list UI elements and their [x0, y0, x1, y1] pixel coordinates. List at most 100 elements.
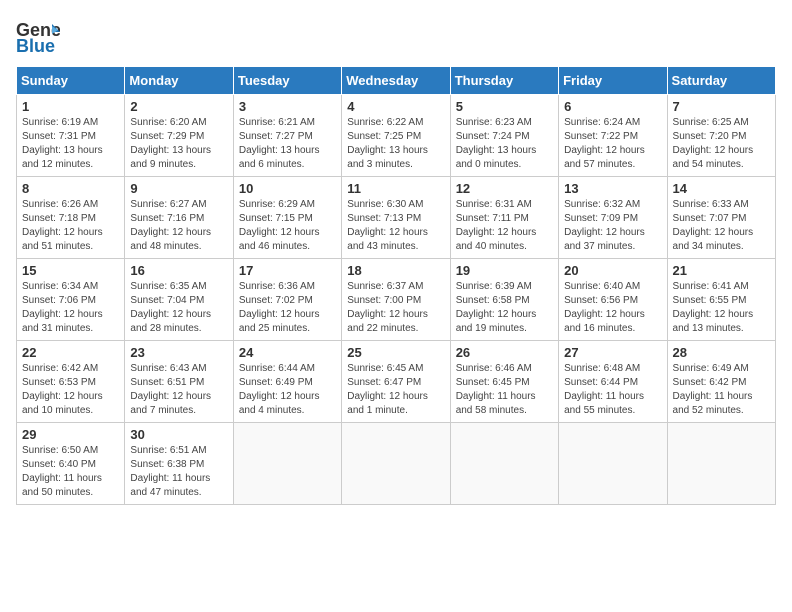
day-info: Sunrise: 6:19 AM Sunset: 7:31 PM Dayligh…: [22, 116, 119, 172]
daylight-label: Daylight: 13 hours and 12 minutes.: [22, 145, 103, 170]
col-monday: Monday: [125, 67, 233, 95]
sunset-label: Sunset: 6:56 PM: [564, 295, 638, 306]
day-info: Sunrise: 6:48 AM Sunset: 6:44 PM Dayligh…: [564, 362, 661, 418]
day-number: 24: [239, 345, 336, 360]
calendar-day-cell: 19 Sunrise: 6:39 AM Sunset: 6:58 PM Dayl…: [450, 259, 558, 341]
logo-icon: General Blue: [16, 16, 60, 56]
sunrise-label: Sunrise: 6:49 AM: [673, 363, 749, 374]
day-number: 22: [22, 345, 119, 360]
page-header: General Blue: [16, 16, 776, 56]
day-number: 20: [564, 263, 661, 278]
day-number: 11: [347, 181, 444, 196]
sunrise-label: Sunrise: 6:32 AM: [564, 199, 640, 210]
sunrise-label: Sunrise: 6:22 AM: [347, 117, 423, 128]
sunrise-label: Sunrise: 6:40 AM: [564, 281, 640, 292]
daylight-label: Daylight: 12 hours and 25 minutes.: [239, 309, 320, 334]
col-tuesday: Tuesday: [233, 67, 341, 95]
daylight-label: Daylight: 12 hours and 4 minutes.: [239, 391, 320, 416]
daylight-label: Daylight: 13 hours and 9 minutes.: [130, 145, 211, 170]
day-info: Sunrise: 6:30 AM Sunset: 7:13 PM Dayligh…: [347, 198, 444, 254]
calendar-day-cell: 8 Sunrise: 6:26 AM Sunset: 7:18 PM Dayli…: [17, 177, 125, 259]
sunset-label: Sunset: 6:40 PM: [22, 459, 96, 470]
day-info: Sunrise: 6:36 AM Sunset: 7:02 PM Dayligh…: [239, 280, 336, 336]
calendar-day-cell: 15 Sunrise: 6:34 AM Sunset: 7:06 PM Dayl…: [17, 259, 125, 341]
daylight-label: Daylight: 12 hours and 13 minutes.: [673, 309, 754, 334]
daylight-label: Daylight: 13 hours and 6 minutes.: [239, 145, 320, 170]
day-number: 28: [673, 345, 770, 360]
daylight-label: Daylight: 12 hours and 1 minute.: [347, 391, 428, 416]
sunrise-label: Sunrise: 6:20 AM: [130, 117, 206, 128]
sunset-label: Sunset: 6:47 PM: [347, 377, 421, 388]
day-info: Sunrise: 6:39 AM Sunset: 6:58 PM Dayligh…: [456, 280, 553, 336]
day-info: Sunrise: 6:23 AM Sunset: 7:24 PM Dayligh…: [456, 116, 553, 172]
col-friday: Friday: [559, 67, 667, 95]
daylight-label: Daylight: 11 hours and 47 minutes.: [130, 473, 210, 498]
sunrise-label: Sunrise: 6:43 AM: [130, 363, 206, 374]
day-number: 30: [130, 427, 227, 442]
sunset-label: Sunset: 6:38 PM: [130, 459, 204, 470]
day-info: Sunrise: 6:26 AM Sunset: 7:18 PM Dayligh…: [22, 198, 119, 254]
day-number: 1: [22, 99, 119, 114]
sunset-label: Sunset: 7:13 PM: [347, 213, 421, 224]
calendar-table: Sunday Monday Tuesday Wednesday Thursday…: [16, 66, 776, 505]
sunset-label: Sunset: 7:18 PM: [22, 213, 96, 224]
daylight-label: Daylight: 12 hours and 10 minutes.: [22, 391, 103, 416]
daylight-label: Daylight: 11 hours and 50 minutes.: [22, 473, 102, 498]
day-number: 29: [22, 427, 119, 442]
calendar-day-cell: [450, 423, 558, 505]
day-info: Sunrise: 6:22 AM Sunset: 7:25 PM Dayligh…: [347, 116, 444, 172]
daylight-label: Daylight: 13 hours and 3 minutes.: [347, 145, 428, 170]
day-number: 6: [564, 99, 661, 114]
day-info: Sunrise: 6:37 AM Sunset: 7:00 PM Dayligh…: [347, 280, 444, 336]
daylight-label: Daylight: 12 hours and 7 minutes.: [130, 391, 211, 416]
calendar-day-cell: 25 Sunrise: 6:45 AM Sunset: 6:47 PM Dayl…: [342, 341, 450, 423]
day-number: 25: [347, 345, 444, 360]
daylight-label: Daylight: 12 hours and 19 minutes.: [456, 309, 537, 334]
day-info: Sunrise: 6:49 AM Sunset: 6:42 PM Dayligh…: [673, 362, 770, 418]
day-info: Sunrise: 6:24 AM Sunset: 7:22 PM Dayligh…: [564, 116, 661, 172]
calendar-day-cell: 29 Sunrise: 6:50 AM Sunset: 6:40 PM Dayl…: [17, 423, 125, 505]
sunrise-label: Sunrise: 6:30 AM: [347, 199, 423, 210]
day-number: 26: [456, 345, 553, 360]
calendar-day-cell: [233, 423, 341, 505]
day-number: 14: [673, 181, 770, 196]
calendar-day-cell: 23 Sunrise: 6:43 AM Sunset: 6:51 PM Dayl…: [125, 341, 233, 423]
sunset-label: Sunset: 6:45 PM: [456, 377, 530, 388]
daylight-label: Daylight: 11 hours and 52 minutes.: [673, 391, 753, 416]
day-number: 23: [130, 345, 227, 360]
calendar-day-cell: 13 Sunrise: 6:32 AM Sunset: 7:09 PM Dayl…: [559, 177, 667, 259]
day-info: Sunrise: 6:35 AM Sunset: 7:04 PM Dayligh…: [130, 280, 227, 336]
day-info: Sunrise: 6:33 AM Sunset: 7:07 PM Dayligh…: [673, 198, 770, 254]
sunrise-label: Sunrise: 6:48 AM: [564, 363, 640, 374]
sunrise-label: Sunrise: 6:42 AM: [22, 363, 98, 374]
calendar-day-cell: 4 Sunrise: 6:22 AM Sunset: 7:25 PM Dayli…: [342, 95, 450, 177]
calendar-day-cell: 5 Sunrise: 6:23 AM Sunset: 7:24 PM Dayli…: [450, 95, 558, 177]
day-number: 21: [673, 263, 770, 278]
daylight-label: Daylight: 12 hours and 37 minutes.: [564, 227, 645, 252]
day-info: Sunrise: 6:31 AM Sunset: 7:11 PM Dayligh…: [456, 198, 553, 254]
calendar-day-cell: 18 Sunrise: 6:37 AM Sunset: 7:00 PM Dayl…: [342, 259, 450, 341]
day-info: Sunrise: 6:25 AM Sunset: 7:20 PM Dayligh…: [673, 116, 770, 172]
sunrise-label: Sunrise: 6:37 AM: [347, 281, 423, 292]
day-info: Sunrise: 6:32 AM Sunset: 7:09 PM Dayligh…: [564, 198, 661, 254]
day-number: 4: [347, 99, 444, 114]
sunrise-label: Sunrise: 6:45 AM: [347, 363, 423, 374]
sunset-label: Sunset: 6:49 PM: [239, 377, 313, 388]
sunset-label: Sunset: 7:11 PM: [456, 213, 529, 224]
sunset-label: Sunset: 7:22 PM: [564, 131, 638, 142]
calendar-day-cell: 30 Sunrise: 6:51 AM Sunset: 6:38 PM Dayl…: [125, 423, 233, 505]
sunset-label: Sunset: 7:24 PM: [456, 131, 530, 142]
col-thursday: Thursday: [450, 67, 558, 95]
calendar-week-row: 22 Sunrise: 6:42 AM Sunset: 6:53 PM Dayl…: [17, 341, 776, 423]
sunrise-label: Sunrise: 6:29 AM: [239, 199, 315, 210]
daylight-label: Daylight: 12 hours and 40 minutes.: [456, 227, 537, 252]
sunset-label: Sunset: 7:20 PM: [673, 131, 747, 142]
calendar-header-row: Sunday Monday Tuesday Wednesday Thursday…: [17, 67, 776, 95]
day-info: Sunrise: 6:51 AM Sunset: 6:38 PM Dayligh…: [130, 444, 227, 500]
sunset-label: Sunset: 7:31 PM: [22, 131, 96, 142]
day-number: 9: [130, 181, 227, 196]
day-number: 27: [564, 345, 661, 360]
sunrise-label: Sunrise: 6:27 AM: [130, 199, 206, 210]
daylight-label: Daylight: 12 hours and 31 minutes.: [22, 309, 103, 334]
daylight-label: Daylight: 12 hours and 48 minutes.: [130, 227, 211, 252]
